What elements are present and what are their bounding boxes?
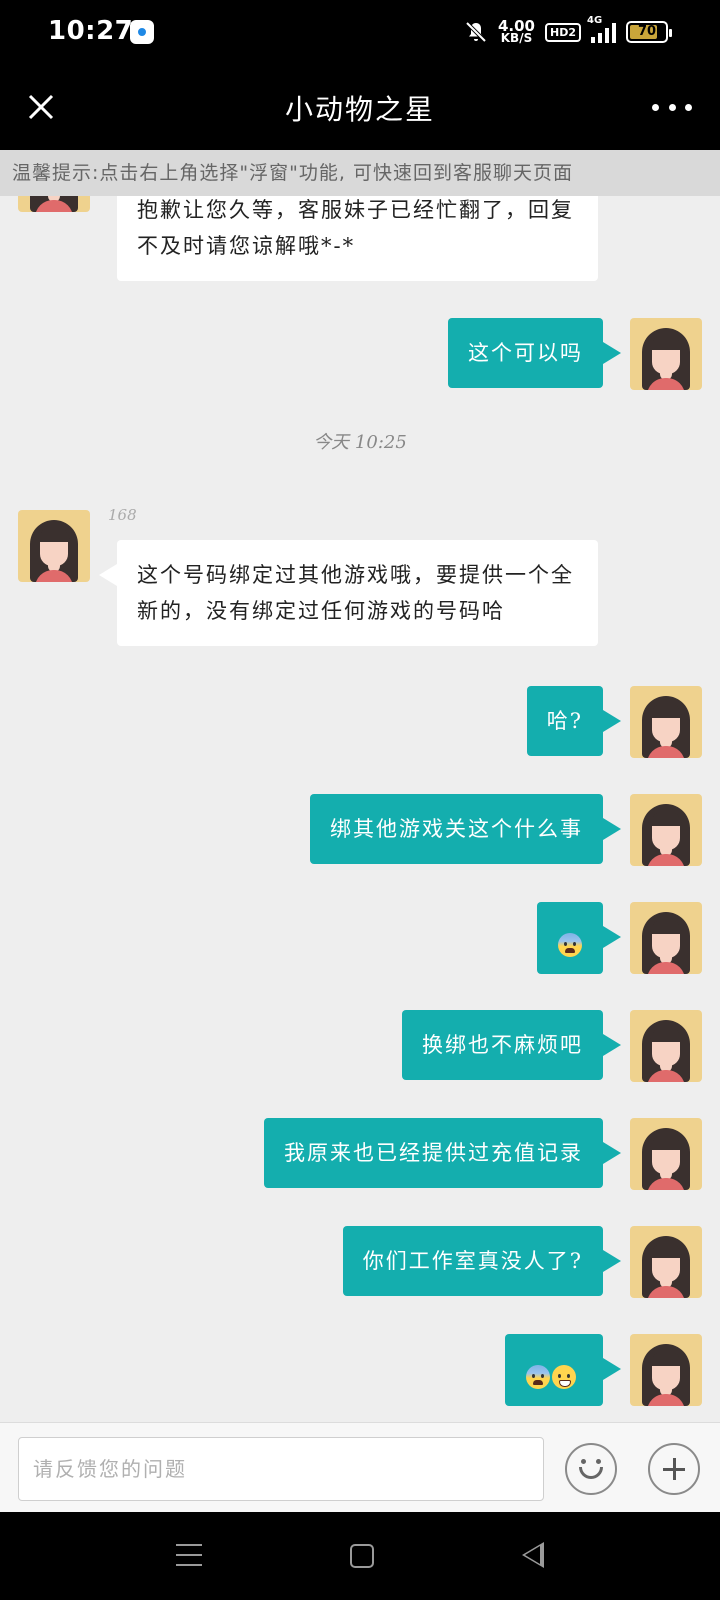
user-avatar[interactable] [630, 1334, 702, 1406]
add-attachment-button[interactable] [648, 1443, 700, 1495]
message-input[interactable]: 请反馈您的问题 [18, 1437, 544, 1501]
message-bubble-outgoing[interactable]: 哈? [526, 686, 622, 756]
more-options-icon[interactable] [652, 94, 692, 120]
network-speed: 4.00 KB/S [498, 19, 535, 45]
status-time: 10:27 [48, 16, 134, 46]
page-title: 小动物之星 [284, 93, 435, 126]
message-timestamp: 今天 10:25 [313, 432, 407, 453]
input-bar: 请反馈您的问题 [0, 1422, 720, 1512]
network-speed-unit: KB/S [500, 31, 533, 45]
app-notification-icon [130, 20, 154, 44]
fearful-face-emoji-icon [558, 932, 582, 957]
mute-bell-icon [465, 21, 487, 43]
user-avatar[interactable] [630, 686, 702, 758]
message-bubble-outgoing[interactable] [505, 1334, 621, 1406]
floating-window-tip: 温馨提示:点击右上角选择"浮窗"功能, 可快速回到客服聊天页面 [0, 150, 720, 196]
message-bubble-outgoing[interactable] [537, 902, 621, 974]
agent-avatar[interactable] [18, 510, 90, 582]
message-bubble-outgoing[interactable]: 这个可以吗 [448, 318, 621, 388]
user-avatar[interactable] [630, 902, 702, 974]
fearful-face-emoji-icon [526, 1364, 550, 1389]
user-avatar[interactable] [630, 1226, 702, 1298]
status-bar: 10:27 4.00 KB/S HD2 4G 70 [0, 0, 720, 64]
battery-icon: 70 [626, 21, 672, 43]
message-bubble-outgoing[interactable]: 我原来也已经提供过充值记录 [264, 1118, 621, 1188]
message-bubble-outgoing[interactable]: 绑其他游戏关这个什么事 [310, 794, 621, 864]
recent-apps-icon[interactable] [176, 1544, 202, 1566]
status-indicators: 4.00 KB/S HD2 4G 70 [464, 15, 672, 48]
user-avatar[interactable] [630, 794, 702, 866]
sender-name: 168 [108, 506, 137, 524]
user-avatar[interactable] [630, 318, 702, 390]
message-bubble-outgoing[interactable]: 你们工作室真没人了? [342, 1226, 622, 1296]
emoji-button[interactable] [565, 1443, 617, 1495]
home-icon[interactable] [350, 1544, 374, 1568]
back-icon[interactable] [522, 1542, 544, 1568]
chat-area[interactable]: 温馨提示:点击右上角选择"浮窗"功能, 可快速回到客服聊天页面 抱歉让您久等，客… [0, 150, 720, 1422]
signal-icon: 4G [587, 15, 616, 43]
system-navigation-bar [0, 1512, 720, 1600]
network-type: 4G [587, 15, 603, 26]
message-bubble-outgoing[interactable]: 换绑也不麻烦吧 [402, 1010, 621, 1080]
user-avatar[interactable] [630, 1118, 702, 1190]
grinning-sweat-emoji-icon [552, 1364, 576, 1389]
hd-badge: HD2 [545, 22, 581, 42]
battery-level: 70 [637, 24, 657, 39]
user-avatar[interactable] [630, 1010, 702, 1082]
message-bubble-incoming[interactable]: 这个号码绑定过其他游戏哦，要提供一个全新的，没有绑定过任何游戏的号码哈 [99, 540, 598, 646]
title-bar: 小动物之星 [0, 64, 720, 150]
